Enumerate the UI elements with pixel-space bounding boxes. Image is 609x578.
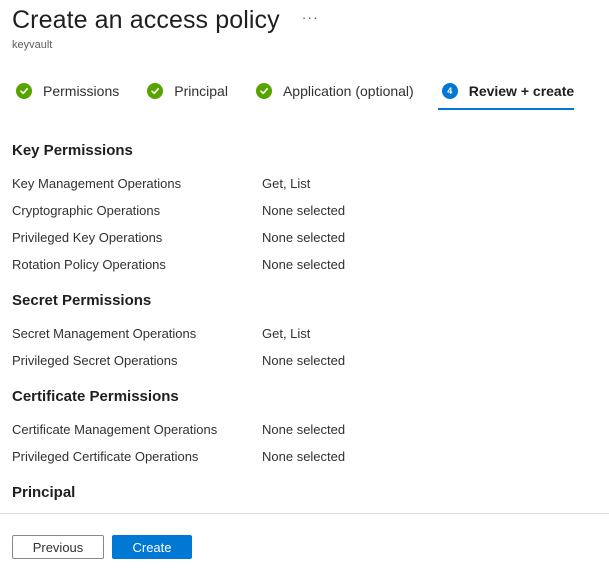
step-label: Application (optional) (282, 83, 414, 99)
permission-row: Cryptographic Operations None selected (12, 197, 609, 224)
review-content[interactable]: Key Permissions Key Management Operation… (12, 130, 609, 513)
step-application[interactable]: Application (optional) (255, 78, 414, 104)
footer-bar: Previous Create (0, 513, 609, 578)
row-label: Privileged Secret Operations (12, 353, 178, 368)
row-value: None selected (262, 422, 346, 437)
permission-row: Privileged Certificate Operations None s… (12, 443, 609, 470)
checkmark-icon (147, 83, 164, 99)
row-label: Privileged Key Operations (12, 230, 163, 245)
row-label: Key Management Operations (12, 176, 182, 191)
wizard-steps: Permissions Principal Application (optio… (16, 78, 602, 110)
row-value: None selected (262, 449, 346, 464)
step-number-badge: 4 (441, 83, 458, 99)
section-title-key: Key Permissions (12, 142, 133, 159)
section-title-secret: Secret Permissions (12, 292, 152, 309)
row-label: Cryptographic Operations (12, 203, 161, 218)
step-review-create[interactable]: 4 Review + create (437, 78, 575, 110)
row-value: None selected (262, 230, 346, 245)
row-label: Rotation Policy Operations (12, 257, 166, 272)
permission-row: Privileged Secret Operations None select… (12, 347, 609, 374)
page-subtitle: keyvault (12, 39, 53, 51)
row-label: Certificate Management Operations (12, 422, 218, 437)
title-row: Create an access policy ··· (12, 6, 319, 35)
section-title-certificate: Certificate Permissions (12, 388, 179, 405)
permission-row: Secret Management Operations Get, List (12, 320, 609, 347)
permission-row: Privileged Key Operations None selected (12, 224, 609, 251)
row-value: Get, List (262, 326, 311, 341)
create-button[interactable]: Create (112, 535, 192, 559)
previous-button[interactable]: Previous (12, 535, 104, 559)
row-label: Privileged Certificate Operations (12, 449, 199, 464)
step-label: Principal (174, 83, 228, 99)
row-value: None selected (262, 203, 346, 218)
page-title: Create an access policy (12, 6, 280, 34)
checkmark-icon (16, 83, 32, 99)
checkmark-icon (255, 83, 272, 99)
section-title-principal: Principal (12, 484, 76, 501)
page-header: Create an access policy ··· keyvault (12, 6, 319, 51)
more-options-icon[interactable]: ··· (302, 9, 319, 25)
row-value: None selected (262, 257, 346, 272)
permission-row: Rotation Policy Operations None selected (12, 251, 609, 278)
permission-row: Key Management Operations Get, List (12, 170, 609, 197)
step-label: Review + create (468, 83, 575, 99)
row-value: Get, List (262, 176, 311, 191)
row-value: None selected (262, 353, 346, 368)
step-label: Permissions (43, 83, 120, 99)
step-permissions[interactable]: Permissions (16, 78, 119, 104)
permission-row: Certificate Management Operations None s… (12, 416, 609, 443)
step-principal[interactable]: Principal (147, 78, 228, 104)
row-label: Secret Management Operations (12, 326, 197, 341)
